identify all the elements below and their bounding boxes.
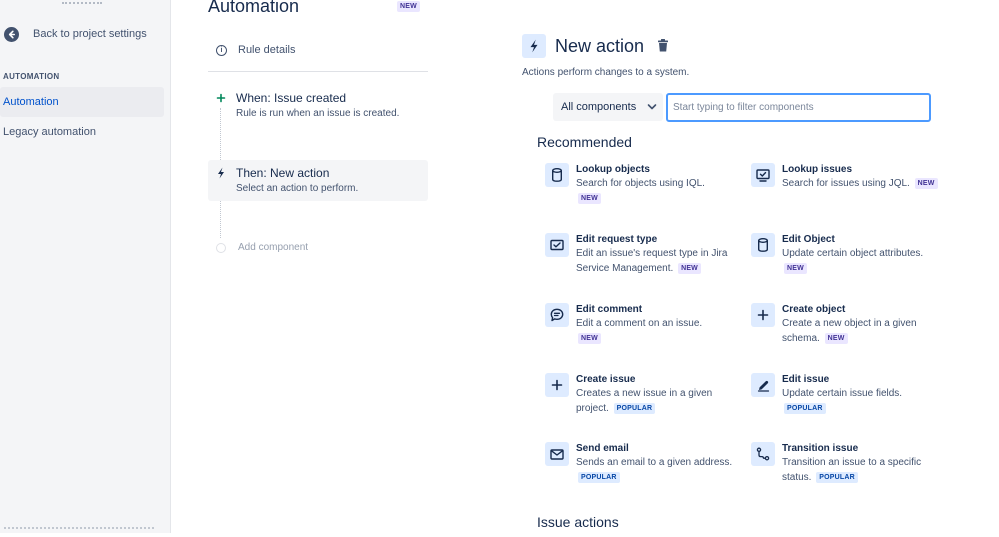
new-badge: NEW <box>578 332 601 344</box>
recommended-heading: Recommended <box>537 134 632 150</box>
step-title: Then: New action <box>236 166 330 180</box>
arrow-left-icon <box>4 26 19 42</box>
action-card-edit-request-type[interactable]: Edit request type Edit an issue's reques… <box>545 233 741 289</box>
add-component-label: Add component <box>238 242 309 253</box>
action-card-send-email[interactable]: Send email Sends an email to a given add… <box>545 442 741 498</box>
rule-step-trigger[interactable]: When: Issue created Rule is run when an … <box>208 85 428 129</box>
action-description: Sends an email to a given address. <box>576 457 733 468</box>
lightning-icon <box>522 34 546 58</box>
plus-icon <box>545 373 569 397</box>
action-card-edit-comment[interactable]: Edit comment Edit a comment on an issue.… <box>545 303 741 359</box>
action-card-lookup-issues[interactable]: Lookup issues Search for issues using JQ… <box>751 163 947 219</box>
step-title: When: Issue created <box>236 91 347 105</box>
action-card-lookup-objects[interactable]: Lookup objects Search for objects using … <box>545 163 741 219</box>
action-title: Edit issue <box>782 374 830 385</box>
action-card-create-issue[interactable]: Create issue Creates a new issue in a gi… <box>545 373 741 429</box>
back-to-project-settings-link[interactable]: Back to project settings <box>4 25 147 43</box>
action-title: Create object <box>782 304 846 315</box>
sidebar: Back to project settings AUTOMATION Auto… <box>0 0 171 533</box>
issue-actions-heading: Issue actions <box>537 514 619 530</box>
action-card-transition-issue[interactable]: Transition issue Transition an issue to … <box>751 442 947 498</box>
cropped-text-bottom <box>4 527 154 537</box>
action-title: Lookup issues <box>782 164 853 175</box>
back-link-label: Back to project settings <box>33 28 147 40</box>
comment-icon <box>545 303 569 327</box>
request-type-icon <box>545 233 569 257</box>
rule-step-action[interactable]: Then: New action Select an action to per… <box>208 160 428 201</box>
action-card-create-object[interactable]: Create object Create a new object in a g… <box>751 303 947 359</box>
step-description: Rule is run when an issue is created. <box>236 108 400 119</box>
new-badge: NEW <box>678 262 701 274</box>
plus-icon <box>214 91 228 105</box>
action-title: Edit comment <box>576 304 643 315</box>
select-value: All components <box>561 101 637 113</box>
add-component-button[interactable]: Add component <box>216 242 308 253</box>
envelope-icon <box>545 442 569 466</box>
page-title: Automation <box>208 0 300 16</box>
action-description: Update certain object attributes. <box>782 248 924 259</box>
panel-title: New action <box>555 36 645 56</box>
cropped-text-top <box>62 0 102 4</box>
action-title: Send email <box>576 443 629 454</box>
step-description: Select an action to perform. <box>236 183 359 194</box>
action-card-edit-object[interactable]: Edit Object Update certain object attrib… <box>751 233 947 289</box>
action-card-edit-issue[interactable]: Edit issue Update certain issue fields. P… <box>751 373 947 429</box>
rule-divider <box>208 71 428 72</box>
info-icon: i <box>216 44 227 56</box>
component-type-select[interactable]: All components <box>553 93 663 121</box>
sidebar-item-label: Legacy automation <box>3 126 96 138</box>
trash-icon[interactable] <box>657 39 669 57</box>
action-title: Edit Object <box>782 234 835 245</box>
action-description: Create a new object in a given schema. <box>782 318 917 344</box>
action-description: Edit an issue's request type in Jira Ser… <box>576 248 728 274</box>
popular-badge: POPULAR <box>784 402 826 414</box>
sidebar-item-label: Automation <box>3 96 59 108</box>
popular-badge: POPULAR <box>578 471 620 483</box>
new-badge: NEW <box>784 262 807 274</box>
lightning-icon <box>214 166 228 180</box>
monitor-check-icon <box>751 163 775 187</box>
action-description: Search for objects using IQL. <box>576 178 705 189</box>
sidebar-item-automation[interactable]: Automation <box>0 87 164 117</box>
action-title: Edit request type <box>576 234 658 245</box>
plus-icon <box>751 303 775 327</box>
new-badge: NEW <box>824 332 848 344</box>
action-title: Create issue <box>576 374 636 385</box>
panel-description: Actions perform changes to a system. <box>522 67 690 78</box>
popular-badge: POPULAR <box>613 402 656 414</box>
action-description: Update certain issue fields. <box>782 388 903 399</box>
sidebar-section-heading: AUTOMATION <box>3 72 60 81</box>
rule-details-label: Rule details <box>238 44 296 56</box>
new-badge: NEW <box>397 1 420 12</box>
action-title: Transition issue <box>782 443 859 454</box>
chevron-down-icon <box>647 102 657 114</box>
add-component-dot-icon <box>216 242 226 253</box>
transition-icon <box>751 442 775 466</box>
rule-details-button[interactable]: i Rule details <box>216 44 295 56</box>
action-description: Edit a comment on an issue. <box>576 318 703 329</box>
cylinder-icon <box>545 163 569 187</box>
filter-components-input[interactable] <box>666 93 931 122</box>
new-badge: NEW <box>914 177 938 189</box>
cylinder-icon <box>751 233 775 257</box>
popular-badge: POPULAR <box>816 471 858 483</box>
pencil-icon <box>751 373 775 397</box>
action-description: Search for issues using JQL. <box>782 178 910 189</box>
action-title: Lookup objects <box>576 164 650 175</box>
new-badge: NEW <box>578 192 601 204</box>
sidebar-item-legacy-automation[interactable]: Legacy automation <box>0 117 164 147</box>
